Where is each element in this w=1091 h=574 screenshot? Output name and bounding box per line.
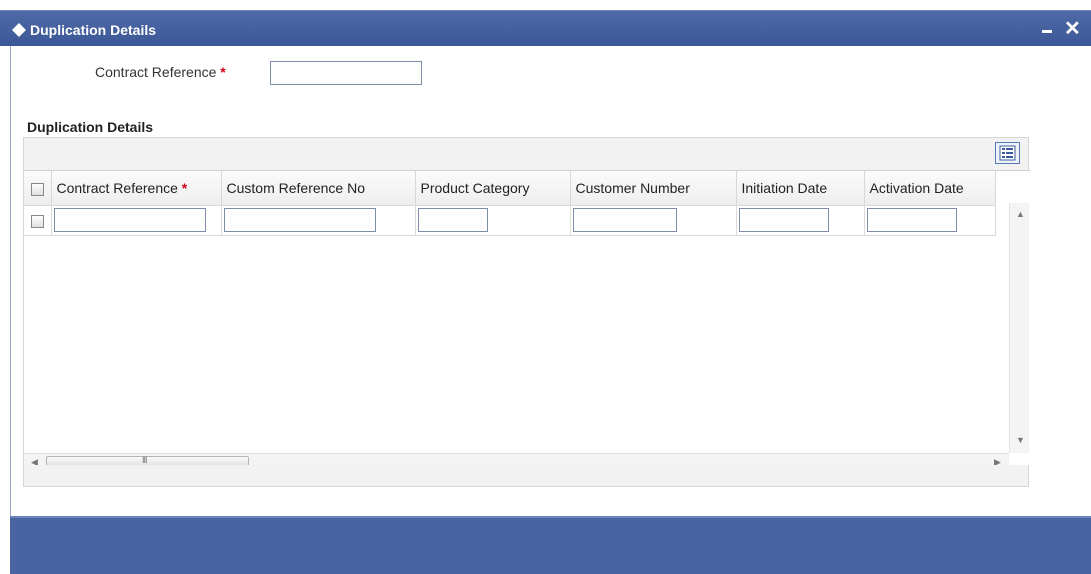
grid-body: Contract Reference * Custom Reference No… (24, 170, 1030, 465)
column-header: Product Category (415, 171, 571, 206)
contract-reference-input[interactable] (270, 61, 422, 85)
duplication-details-grid: Contract Reference * Custom Reference No… (23, 137, 1030, 487)
contract-reference-label: Contract Reference * (95, 64, 226, 80)
column-header: Activation Date (864, 171, 996, 206)
minimize-icon[interactable] (1040, 24, 1054, 36)
diamond-icon (12, 23, 26, 37)
scroll-left-icon[interactable]: ◀ (31, 457, 38, 465)
initiation-date-cell-input[interactable] (738, 208, 829, 232)
column-header: Initiation Date (736, 171, 865, 206)
scroll-up-icon[interactable]: ▲ (1016, 209, 1025, 219)
scroll-down-icon[interactable]: ▼ (1016, 435, 1025, 445)
window-title: Duplication Details (30, 22, 157, 38)
window-titlebar: Duplication Details ✕ (0, 10, 1091, 46)
window-content: Contract Reference * Duplication Details (10, 46, 1091, 516)
contract-reference-cell-input[interactable] (53, 208, 206, 232)
column-list-button[interactable] (995, 142, 1020, 164)
footer-bar (10, 516, 1091, 574)
details-table: Contract Reference * Custom Reference No… (24, 171, 996, 236)
horizontal-scrollbar[interactable]: ◀ III ▶ (24, 453, 1009, 465)
close-icon[interactable]: ✕ (1064, 19, 1081, 39)
column-header: Contract Reference * (51, 171, 222, 206)
activation-date-cell-input[interactable] (866, 208, 957, 232)
scroll-right-icon[interactable]: ▶ (994, 457, 1001, 465)
column-header: Customer Number (570, 171, 737, 206)
section-title: Duplication Details (27, 119, 154, 135)
horizontal-scroll-thumb[interactable]: III (46, 455, 249, 465)
required-marker: * (220, 64, 226, 80)
table-row (24, 205, 996, 236)
customer-number-cell-input[interactable] (572, 208, 677, 232)
vertical-scrollbar[interactable]: ▲ ▼ (1009, 203, 1029, 453)
select-all-checkbox[interactable] (31, 182, 44, 196)
required-marker: * (181, 179, 188, 196)
grip-icon: III (142, 455, 147, 465)
list-view-icon (999, 145, 1016, 161)
row-checkbox[interactable] (31, 214, 44, 228)
column-header: Custom Reference No (221, 171, 416, 206)
table-header-row: Contract Reference * Custom Reference No… (24, 171, 996, 206)
custom-reference-cell-input[interactable] (223, 208, 376, 232)
product-category-cell-input[interactable] (417, 208, 488, 232)
